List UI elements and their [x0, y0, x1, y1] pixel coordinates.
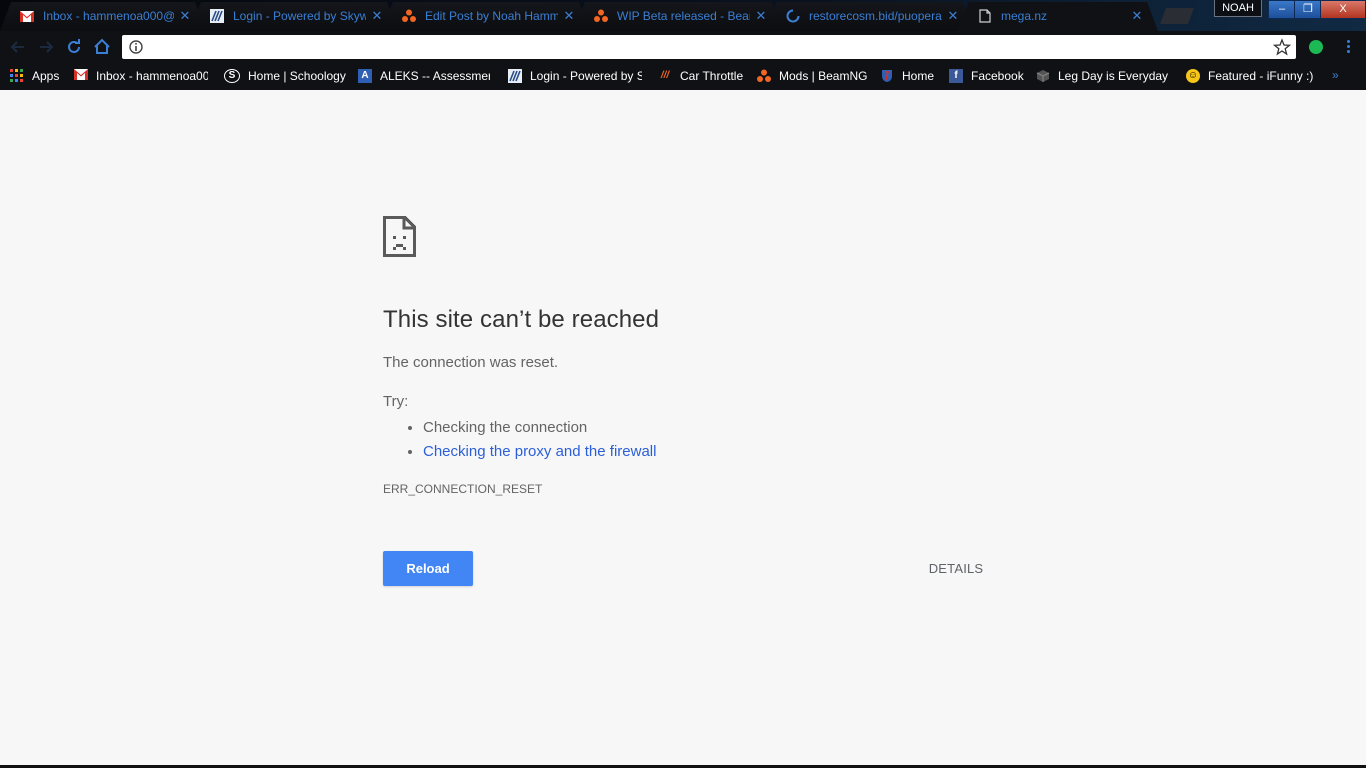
minimize-button[interactable]: –	[1268, 0, 1296, 19]
bookmark-gmail[interactable]: Inbox - hammenoa000@	[74, 62, 212, 90]
gmail-icon	[20, 9, 34, 23]
facebook-icon: f	[949, 69, 963, 83]
window-close-button[interactable]: X	[1320, 0, 1366, 19]
address-bar[interactable]	[122, 35, 1296, 59]
forward-arrow-icon[interactable]	[36, 37, 56, 57]
bookmark-label: Leg Day is Everyday Dude	[1058, 69, 1170, 83]
tab-skyward-login[interactable]: Login - Powered by Skyward ✕	[190, 2, 398, 31]
try-label: Try:	[383, 393, 409, 410]
bookmark-label: Facebook	[971, 69, 1024, 83]
tab-close-icon[interactable]: ✕	[946, 8, 960, 24]
bookmark-label: Inbox - hammenoa000@	[96, 69, 208, 83]
bookmark-label: Car Throttle	[680, 69, 744, 83]
bookmarks-overflow-icon[interactable]: »	[1332, 68, 1339, 82]
home-bookmark-icon	[880, 69, 894, 83]
bookmark-label: Home | Schoology	[248, 69, 346, 83]
error-message: The connection was reset.	[383, 354, 559, 371]
tab-close-icon[interactable]: ✕	[178, 8, 192, 24]
new-tab-button[interactable]	[1160, 8, 1194, 24]
cube-icon	[1036, 69, 1050, 83]
tab-close-icon[interactable]: ✕	[754, 8, 768, 24]
error-code: ERR_CONNECTION_RESET	[383, 482, 543, 496]
proxy-firewall-link[interactable]: Checking the proxy and the firewall	[423, 443, 656, 460]
tab-title: restorecosm.bid/puoperaserem	[809, 9, 942, 23]
bookmark-label: Home	[902, 69, 935, 83]
suggestion-check-connection: Checking the connection	[423, 419, 588, 436]
tab-close-icon[interactable]: ✕	[370, 8, 384, 24]
beamng-icon	[757, 69, 771, 83]
bookmark-beamng-mods[interactable]: Mods | BeamNG	[757, 62, 871, 90]
tab-title: Edit Post by Noah Hammenoa	[425, 9, 558, 23]
tab-wip-beta[interactable]: WIP Beta released - BeamNG ✕	[574, 2, 782, 31]
bookmark-label: Login - Powered by Skyward	[530, 69, 642, 83]
suggestions-list: Checking the connection Checking the pro…	[383, 416, 656, 464]
loading-icon	[786, 9, 800, 23]
profile-button[interactable]: NOAH	[1214, 0, 1262, 17]
bookmark-skyward[interactable]: Login - Powered by Skyward	[508, 62, 644, 90]
bookmark-label: Apps	[32, 69, 60, 83]
beamng-icon	[402, 9, 416, 23]
bookmark-facebook[interactable]: f Facebook	[949, 62, 1029, 90]
bookmark-label: Mods | BeamNG	[779, 69, 868, 83]
suggestion-item: Checking the connection	[423, 416, 656, 440]
bookmark-leg-day[interactable]: Leg Day is Everyday Dude	[1036, 62, 1174, 90]
details-button[interactable]: DETAILS	[918, 551, 994, 586]
bookmark-home[interactable]: Home	[880, 62, 940, 90]
tab-mega-nz[interactable]: mega.nz ✕	[958, 2, 1158, 31]
bookmark-ifunny[interactable]: ☺ Featured - iFunny :)	[1186, 62, 1320, 90]
beamng-icon	[594, 9, 608, 23]
reload-button[interactable]: Reload	[383, 551, 473, 586]
tab-restorecosm[interactable]: restorecosm.bid/puoperaserem ✕	[766, 2, 974, 31]
tab-strip: Inbox - hammenoa000@ ✕ Login - Powered b…	[0, 0, 1366, 31]
bookmarks-bar: Apps Inbox - hammenoa000@ S Home | Schoo…	[0, 62, 1366, 90]
bookmark-label: Featured - iFunny :)	[1208, 69, 1314, 83]
tab-title: mega.nz	[1001, 9, 1048, 23]
schoology-icon: S	[224, 69, 240, 83]
error-title: This site can’t be reached	[383, 306, 660, 333]
ifunny-icon: ☺	[1186, 69, 1200, 83]
aleks-icon: A	[358, 69, 372, 83]
bookmark-label: ALEKS -- Assessment	[380, 69, 490, 83]
sad-document-icon	[383, 216, 416, 257]
apps-grid-icon	[10, 69, 24, 83]
tab-title: Login - Powered by Skyward	[233, 9, 366, 23]
tab-close-icon[interactable]: ✕	[1130, 8, 1144, 24]
browser-menu-icon[interactable]	[1343, 38, 1353, 56]
tab-gmail-inbox[interactable]: Inbox - hammenoa000@ ✕	[0, 2, 206, 31]
restore-button[interactable]: ❐	[1294, 0, 1322, 19]
back-arrow-icon[interactable]	[8, 37, 28, 57]
tab-close-icon[interactable]: ✕	[562, 8, 576, 24]
document-icon	[978, 9, 992, 23]
suggestion-item: Checking the proxy and the firewall	[423, 440, 656, 464]
star-icon[interactable]	[1272, 38, 1292, 56]
car-throttle-icon: ///	[660, 70, 670, 81]
skyward-icon	[508, 69, 522, 83]
extension-icon[interactable]	[1309, 40, 1323, 54]
home-icon[interactable]	[92, 37, 112, 57]
tab-title: Inbox - hammenoa000@	[43, 9, 174, 23]
bookmark-apps[interactable]: Apps	[10, 62, 68, 90]
bookmark-aleks[interactable]: A ALEKS -- Assessment	[358, 62, 494, 90]
tab-title: WIP Beta released - BeamNG	[617, 9, 749, 23]
bookmark-car-throttle[interactable]: /// Car Throttle	[658, 62, 750, 90]
reload-icon[interactable]	[64, 37, 84, 57]
skyward-icon	[210, 9, 224, 23]
gmail-icon	[74, 69, 88, 83]
bookmark-schoology[interactable]: S Home | Schoology	[224, 62, 348, 90]
tab-edit-post[interactable]: Edit Post by Noah Hammenoa ✕	[382, 2, 590, 31]
info-icon[interactable]	[128, 39, 144, 55]
